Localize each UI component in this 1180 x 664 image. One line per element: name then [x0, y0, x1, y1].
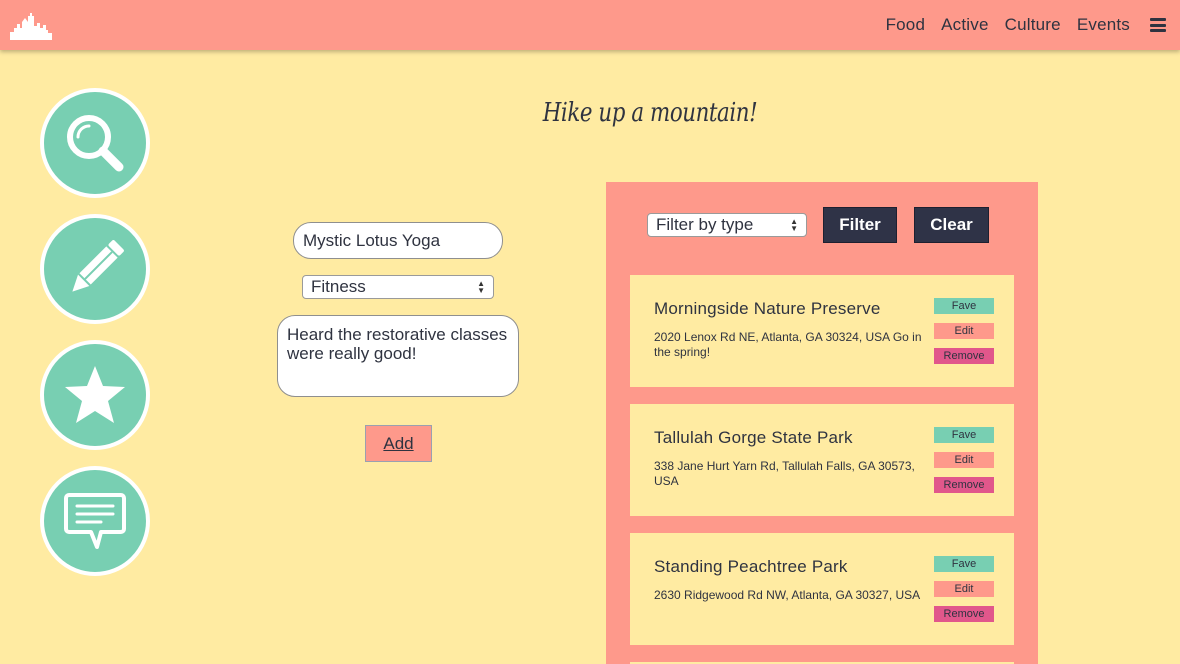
- places-panel: Filter by type ▲ ▼ Filter Clear Morningsi…: [606, 182, 1038, 664]
- place-card: Standing Peachtree Park 2630 Ridgewood R…: [630, 533, 1014, 645]
- chat-button[interactable]: [40, 466, 150, 576]
- search-icon: [67, 115, 124, 172]
- fave-button[interactable]: Fave: [934, 298, 994, 314]
- place-name: Standing Peachtree Park: [654, 557, 848, 576]
- select-arrows-icon: ▲ ▼: [477, 279, 485, 295]
- fave-button[interactable]: Fave: [934, 427, 994, 443]
- edit-button[interactable]: [40, 214, 150, 324]
- filter-type-select[interactable]: Filter by type ▲ ▼: [647, 213, 807, 237]
- fave-button[interactable]: Fave: [934, 556, 994, 572]
- search-button[interactable]: [40, 88, 150, 198]
- nav-link-events[interactable]: Events: [1077, 15, 1130, 35]
- edit-button[interactable]: Edit: [934, 581, 994, 597]
- note-textarea[interactable]: Heard the restorative classes were reall…: [277, 315, 519, 397]
- place-name: Tallulah Gorge State Park: [654, 428, 853, 447]
- remove-button[interactable]: Remove: [934, 348, 994, 364]
- nav-links: Food Active Culture Events: [870, 15, 1166, 35]
- page-title: Hike up a mountain!: [542, 98, 758, 128]
- select-arrows-icon: ▲ ▼: [790, 217, 798, 233]
- filter-select-value: Filter by type: [656, 215, 754, 234]
- nav-link-active[interactable]: Active: [941, 15, 989, 35]
- city-skyline-icon[interactable]: [10, 10, 52, 40]
- place-name-input[interactable]: [293, 222, 503, 259]
- type-select[interactable]: Fitness ▲ ▼: [302, 275, 494, 299]
- place-address: 338 Jane Hurt Yarn Rd, Tallulah Falls, G…: [654, 459, 915, 488]
- remove-button[interactable]: Remove: [934, 477, 994, 493]
- remove-button[interactable]: Remove: [934, 606, 994, 622]
- place-card: Morningside Nature Preserve 2020 Lenox R…: [630, 275, 1014, 387]
- place-name: Morningside Nature Preserve: [654, 299, 881, 318]
- hamburger-menu-icon[interactable]: [1150, 18, 1166, 32]
- chat-bubble-icon: [64, 493, 126, 549]
- nav-link-culture[interactable]: Culture: [1005, 15, 1061, 35]
- clear-button[interactable]: Clear: [914, 207, 989, 243]
- edit-button[interactable]: Edit: [934, 452, 994, 468]
- favorites-button[interactable]: [40, 340, 150, 450]
- filter-button[interactable]: Filter: [823, 207, 897, 243]
- place-card: Tallulah Gorge State Park 338 Jane Hurt …: [630, 404, 1014, 516]
- edit-button[interactable]: Edit: [934, 323, 994, 339]
- star-icon: [65, 366, 125, 423]
- type-select-value: Fitness: [311, 277, 366, 296]
- add-button[interactable]: Add: [365, 425, 432, 462]
- pencil-icon: [72, 240, 124, 292]
- place-address: 2630 Ridgewood Rd NW, Atlanta, GA 30327,…: [654, 588, 921, 602]
- top-navbar: Food Active Culture Events: [0, 0, 1180, 50]
- nav-link-food[interactable]: Food: [886, 15, 926, 35]
- place-address: 2020 Lenox Rd NE, Atlanta, GA 30324, USA…: [654, 330, 922, 359]
